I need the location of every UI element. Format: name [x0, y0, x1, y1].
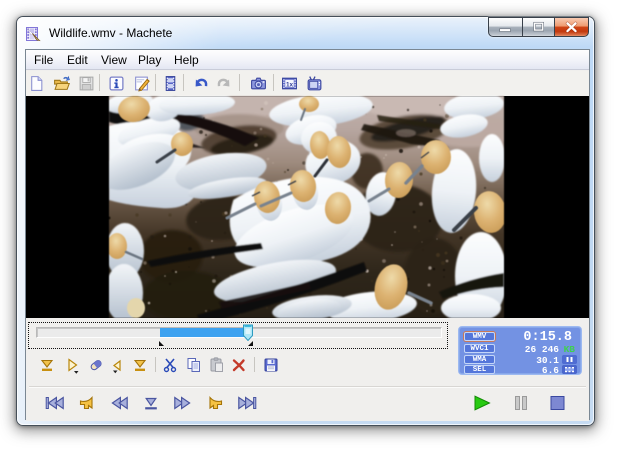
svg-text:1x: 1x [286, 81, 294, 88]
